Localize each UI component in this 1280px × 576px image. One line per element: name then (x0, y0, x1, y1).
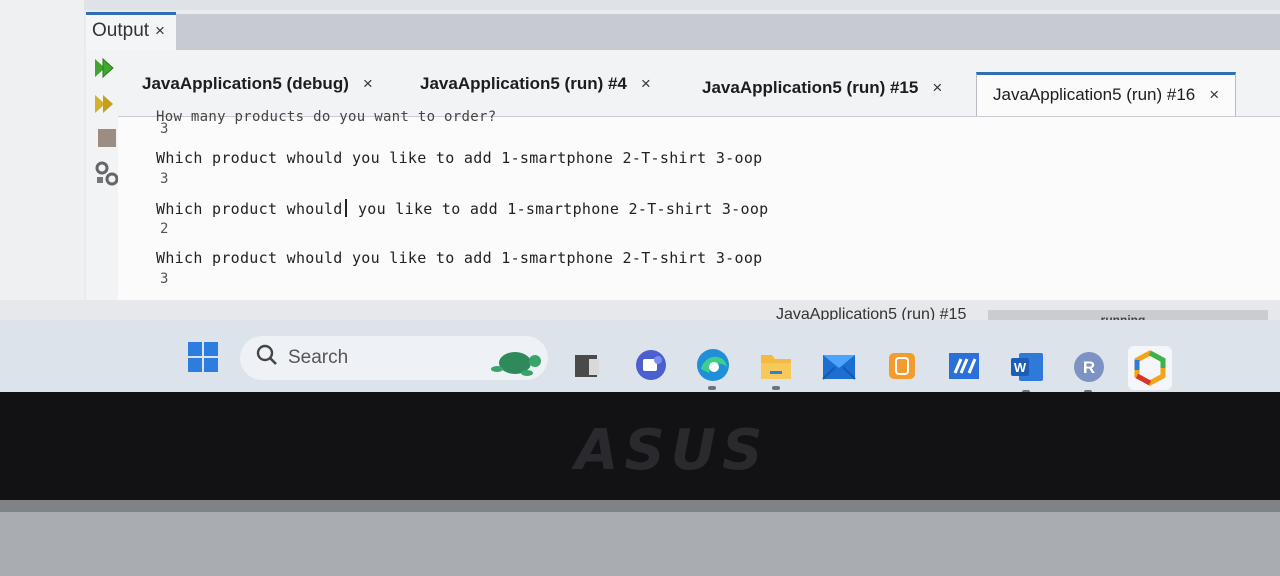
colorful-hexagon-icon[interactable] (1128, 346, 1172, 390)
word-letter: W (1014, 360, 1027, 375)
text-caret (344, 199, 347, 217)
stop-icon[interactable] (94, 126, 120, 150)
close-icon[interactable]: × (641, 74, 651, 93)
close-icon[interactable]: × (363, 74, 373, 93)
tab-run-15[interactable]: JavaApplication5 (run) #15 × (702, 74, 942, 120)
output-window-tab[interactable]: Output × (86, 12, 176, 50)
tab-label: JavaApplication5 (run) #16 (993, 85, 1196, 104)
word-icon[interactable]: W (1008, 350, 1046, 384)
console-text: Which product whould (156, 200, 343, 218)
windows-start-icon[interactable] (186, 340, 220, 374)
tab-label: JavaApplication5 (debug) (142, 74, 349, 93)
console-output-line: Which product whould you like to add 1-s… (156, 249, 763, 267)
monitor-screen: Output × JavaApplication5 (debug) × JavaAp… (0, 0, 1280, 392)
console-output-line: Which product whould you like to add 1-s… (156, 199, 769, 218)
turtle-widget-icon[interactable] (486, 346, 544, 378)
close-icon[interactable]: × (1209, 85, 1219, 104)
search-placeholder: Search (288, 347, 349, 368)
running-indicator (772, 386, 780, 390)
console-output-line: Which product whould you like to add 1-s… (156, 149, 763, 167)
console-output[interactable]: How many products do you want to order? … (118, 109, 1280, 301)
sticky-notes-icon[interactable] (886, 350, 918, 382)
brand-logo: ASUS (575, 418, 769, 483)
teams-chat-icon[interactable] (634, 348, 668, 382)
console-line-clipped: How many products do you want to order? (156, 109, 497, 125)
console-input-line: 3 (160, 171, 169, 187)
mail-icon[interactable] (820, 350, 858, 382)
close-icon[interactable]: × (155, 21, 165, 40)
tab-label: JavaApplication5 (run) #15 (702, 78, 919, 97)
tab-label: JavaApplication5 (run) #4 (420, 74, 627, 93)
edge-icon[interactable] (694, 346, 732, 384)
settings-icon[interactable] (94, 161, 120, 186)
output-window-title: Output (92, 20, 150, 41)
close-icon[interactable]: × (932, 78, 942, 97)
r-letter: R (1083, 358, 1095, 377)
output-header-bar (176, 14, 1280, 50)
chassis-edge (0, 500, 1280, 512)
rerun-icon[interactable] (92, 56, 118, 80)
rerun-with-options-icon[interactable] (92, 92, 118, 116)
console-input-line: 3 (160, 121, 169, 137)
console-input-line: 2 (160, 221, 169, 237)
folder-icon[interactable] (758, 350, 794, 382)
laptop-bezel: ASUS (0, 392, 1280, 500)
running-indicator (708, 386, 716, 390)
r-icon[interactable]: R (1072, 350, 1106, 384)
top-strip (84, 0, 1280, 10)
ms-store-icon[interactable] (946, 350, 982, 382)
console-input-line: 3 (160, 271, 169, 287)
file-explorer-icon[interactable] (572, 352, 602, 380)
console-text: you like to add 1-smartphone 2-T-shirt 3… (348, 200, 769, 218)
search-icon (256, 344, 278, 372)
left-gutter (0, 0, 84, 320)
